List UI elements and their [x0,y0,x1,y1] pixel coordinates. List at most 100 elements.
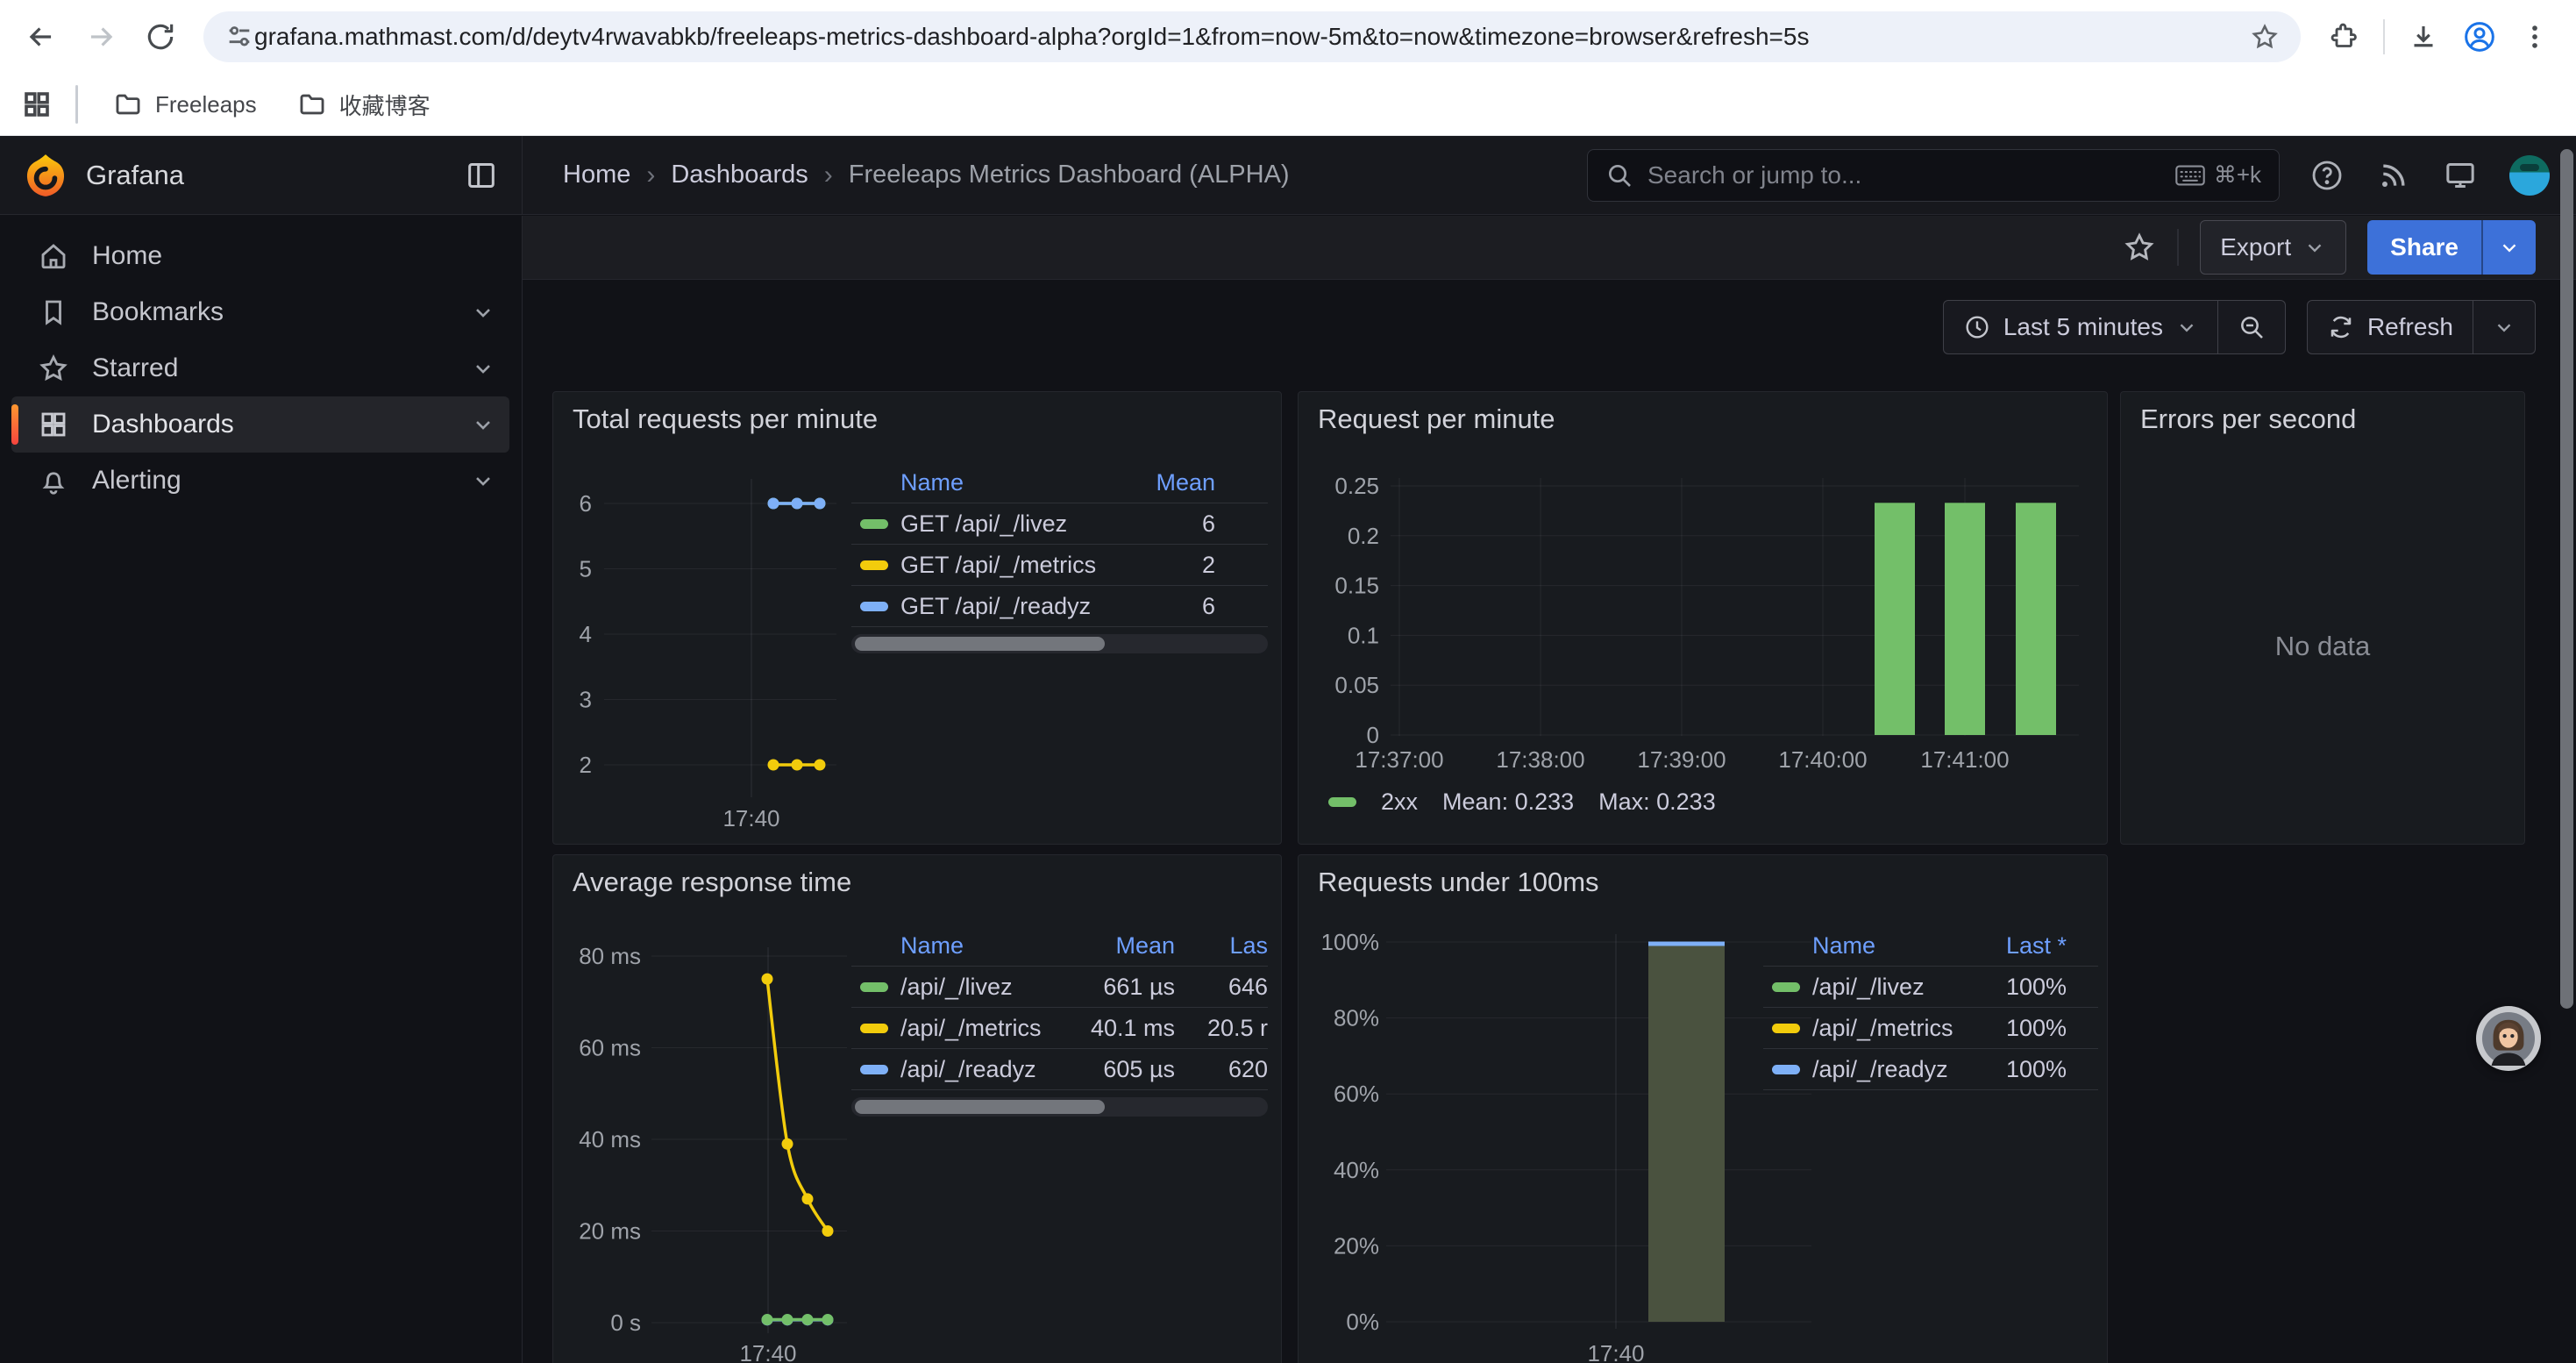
axis-tick-label: 0.2 [1348,523,1379,549]
data-point [822,1225,834,1237]
series-color-pill [1772,1065,1800,1074]
share-menu-button[interactable] [2481,220,2536,275]
url-bar[interactable]: grafana.mathmast.com/d/deytv4rwavabkb/fr… [203,11,2301,62]
bookmark-folder-blogs[interactable]: 收藏博客 [285,82,443,128]
request-per-minute-chart[interactable]: 0.250.20.150.10.05017:37:0017:38:0017:39… [1299,392,2107,844]
legend-col-name[interactable]: Name [1812,932,1953,960]
news-rss-icon[interactable] [2376,158,2411,193]
refresh-interval-button[interactable] [2473,300,2536,354]
zoom-out-button[interactable] [2218,300,2286,354]
legend-scrollbar-thumb[interactable] [855,637,1105,651]
floating-assistant-avatar[interactable] [2476,1006,2541,1071]
data-point [822,1314,834,1325]
legend-series-name[interactable]: GET /api/_/readyz [900,593,1119,620]
user-avatar[interactable] [2509,155,2550,196]
chevron-down-icon [2493,316,2516,339]
grafana-app: Grafana Home › Dashboards › Freeleaps Me… [0,136,2576,1363]
series-color-pill [1772,1024,1800,1033]
dock-sidebar-icon[interactable] [464,158,499,193]
data-point [792,760,803,771]
favorite-star-icon[interactable] [2123,231,2156,264]
search-input[interactable]: Search or jump to... ⌘+k [1587,149,2280,202]
extensions-icon[interactable] [2329,21,2360,53]
breadcrumb-dashboards[interactable]: Dashboards [671,161,808,189]
grafana-logo[interactable] [23,153,68,198]
legend-col-mean[interactable]: Mean [1119,469,1215,496]
legend-series-name[interactable]: /api/_/livez [900,974,1043,1001]
bookmark-folder-freeleaps[interactable]: Freeleaps [101,82,269,126]
apps-grid-icon[interactable] [21,89,53,120]
breadcrumb: Home › Dashboards › Freeleaps Metrics Da… [563,161,1290,190]
data-point [782,1138,793,1150]
axis-tick-label: 20 ms [579,1218,641,1245]
axis-tick-label: 100% [1321,929,1380,955]
legend-col-name[interactable]: Name [900,469,1119,496]
legend-col-last[interactable]: Last * [1953,932,2067,960]
legend-table: Name Mean GET /api/_/livez 6 GET /api/_/… [851,462,1268,653]
legend-series-name[interactable]: /api/_/metrics [900,1015,1043,1042]
sidebar-item-label: Starred [92,353,178,383]
legend-series-name[interactable]: /api/_/readyz [1812,1056,1953,1083]
axis-tick-label: 6 [580,490,592,517]
back-button[interactable] [14,10,68,64]
reload-button[interactable] [133,10,188,64]
legend-last-value: 100% [1953,1056,2067,1083]
refresh-button[interactable]: Refresh [2307,300,2473,354]
chevron-down-icon[interactable] [471,412,495,437]
legend-series-name[interactable]: /api/_/readyz [900,1056,1043,1083]
legend-series-name[interactable]: GET /api/_/livez [900,510,1119,538]
browser-menu-icon[interactable] [2520,22,2550,52]
chevron-down-icon[interactable] [471,356,495,381]
forward-button[interactable] [74,10,128,64]
bar [1648,946,1725,1322]
axis-tick-label: 2 [580,752,592,778]
axis-tick-label: 17:40:00 [1778,746,1867,773]
page-scrollbar-thumb[interactable] [2560,149,2573,1009]
breadcrumb-home[interactable]: Home [563,161,630,189]
bookmarks-bar: Freeleaps 收藏博客 [0,74,2576,136]
time-range-picker[interactable]: Last 5 minutes [1943,300,2218,354]
panel-title[interactable]: Errors per second [2140,403,2356,435]
toolbar-divider [2177,229,2179,266]
brand-name[interactable]: Grafana [86,160,184,191]
legend-scrollbar[interactable] [851,634,1268,653]
axis-tick-label: 5 [580,556,592,582]
sidebar-item-alerting[interactable]: Alerting [11,453,509,509]
legend-series-name[interactable]: /api/_/livez [1812,974,1953,1001]
grafana-header-left: Grafana [0,136,523,214]
axis-tick-label: 0% [1346,1309,1379,1335]
legend-scrollbar[interactable] [851,1097,1268,1117]
legend-row: GET /api/_/metrics 2 [851,545,1268,586]
axis-tick-label: 0 s [610,1309,641,1336]
legend-col-mean[interactable]: Mean [1043,932,1175,960]
legend-last-value: 646 [1184,974,1268,1001]
chevron-down-icon[interactable] [471,300,495,325]
monitor-icon[interactable] [2443,158,2478,193]
sidebar-item-dashboards[interactable]: Dashboards [11,396,509,453]
help-icon[interactable] [2309,158,2345,193]
legend-header: Name Mean Las [851,925,1268,967]
legend-series-name[interactable]: /api/_/metrics [1812,1015,1953,1042]
chevron-down-icon[interactable] [471,468,495,493]
site-info-icon[interactable] [224,22,254,52]
bookmark-star-icon[interactable] [2250,22,2280,52]
download-icon[interactable] [2408,21,2439,53]
legend-inline: 2xx Mean: 0.233 Max: 0.233 [1328,789,1716,816]
sidebar-item-label: Bookmarks [92,297,224,327]
legend-row: /api/_/metrics 40.1 ms 20.5 r [851,1008,1268,1049]
legend-series-name[interactable]: 2xx [1381,789,1418,816]
sidebar-item-starred[interactable]: Starred [11,340,509,396]
sidebar-item-home[interactable]: Home [11,228,509,284]
legend-row: /api/_/livez 661 µs 646 [851,967,1268,1008]
axis-tick-label: 17:40 [1587,1340,1644,1363]
export-button[interactable]: Export [2200,220,2346,275]
legend-col-name[interactable]: Name [900,932,1043,960]
url-text[interactable]: grafana.mathmast.com/d/deytv4rwavabkb/fr… [254,23,2236,51]
legend-series-name[interactable]: GET /api/_/metrics [900,552,1119,579]
sidebar-item-bookmarks[interactable]: Bookmarks [11,284,509,340]
share-button[interactable]: Share [2367,220,2481,275]
legend-col-last[interactable]: Las [1184,932,1268,960]
profile-icon[interactable] [2462,19,2497,54]
legend-scrollbar-thumb[interactable] [855,1100,1105,1114]
legend-last-value: 620 [1184,1056,1268,1083]
